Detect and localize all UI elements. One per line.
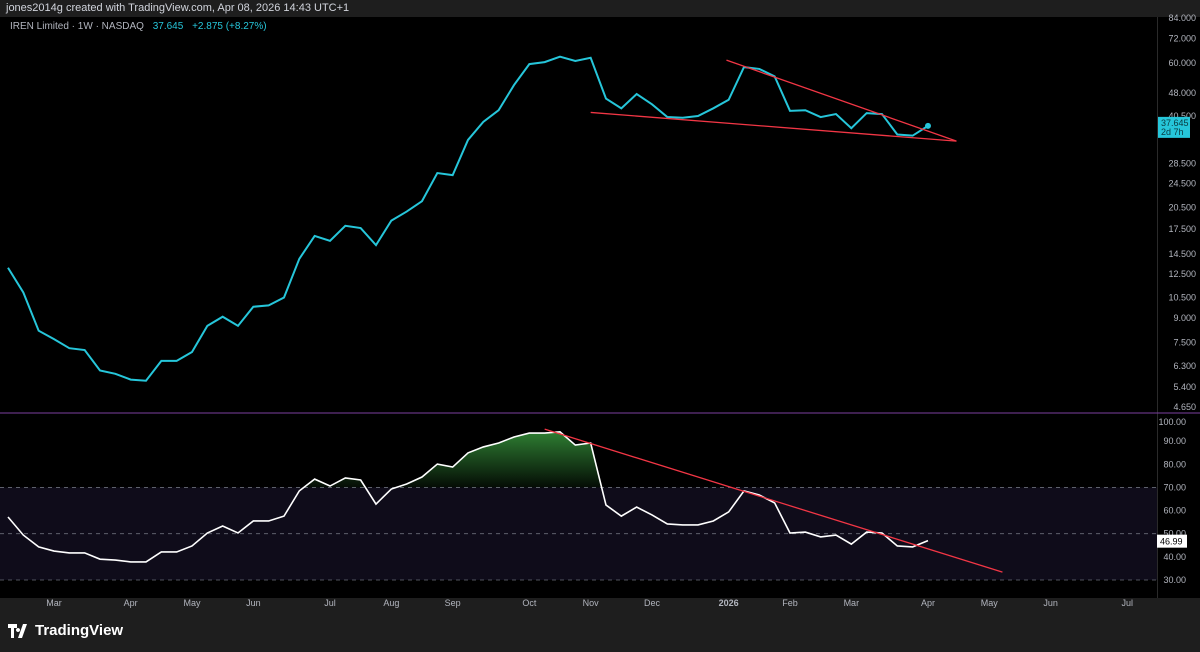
- time-axis-tick: Aug: [383, 598, 399, 608]
- rsi-axis-tick: 100.00: [1158, 417, 1186, 427]
- time-axis-tick: May: [183, 598, 201, 608]
- time-axis-tick: May: [981, 598, 999, 608]
- time-axis-tick: Oct: [522, 598, 537, 608]
- price-axis-tick: 4.650: [1173, 402, 1196, 412]
- price-axis-tick: 24.500: [1168, 179, 1196, 189]
- price-axis-tick: 9.000: [1173, 313, 1196, 323]
- price-axis-tick: 60.000: [1168, 58, 1196, 68]
- time-axis-tick: Sep: [445, 598, 461, 608]
- time-axis-tick: Mar: [46, 598, 62, 608]
- time-axis-tick: Jun: [1043, 598, 1058, 608]
- price-axis-tick: 20.500: [1168, 203, 1196, 213]
- time-axis-tick: Feb: [782, 598, 798, 608]
- time-axis-tick: 2026: [719, 598, 739, 608]
- time-axis-tick: Mar: [844, 598, 860, 608]
- price-series-line: [7, 55, 929, 382]
- price-axis-tick: 28.500: [1168, 158, 1196, 168]
- price-axis-tick: 6.300: [1173, 361, 1196, 371]
- rsi-axis-tick: 30.00: [1163, 575, 1186, 585]
- time-axis-tick: Apr: [921, 598, 935, 608]
- price-axis-tick: 17.500: [1168, 224, 1196, 234]
- rsi-axis-tick: 40.00: [1163, 552, 1186, 562]
- price-axis-tick: 10.500: [1168, 292, 1196, 302]
- rsi-axis-tick: 70.00: [1163, 482, 1186, 492]
- rsi-last-badge-value: 46.99: [1160, 537, 1183, 547]
- last-price: 37.645: [152, 21, 184, 32]
- price-change: +2.875 (+8.27%): [192, 21, 267, 32]
- time-axis-tick: Apr: [124, 598, 138, 608]
- symbol-title: IREN Limited · 1W · NASDAQ: [10, 21, 144, 32]
- price-axis-tick: 84.000: [1168, 13, 1196, 23]
- price-axis-tick: 72.000: [1168, 34, 1196, 44]
- price-axis-tick: 7.500: [1173, 338, 1196, 348]
- price-axis-tick: 48.000: [1168, 88, 1196, 98]
- bar-countdown: 2d 7h: [1161, 127, 1184, 137]
- price-trendline: [726, 59, 957, 142]
- price-axis-tick: 5.400: [1173, 382, 1196, 392]
- last-price-marker: [924, 122, 931, 129]
- price-axis-tick: 12.500: [1168, 269, 1196, 279]
- symbol-legend: IREN Limited · 1W · NASDAQ 37.645 +2.875…: [10, 21, 267, 32]
- rsi-axis-tick: 80.00: [1163, 459, 1186, 469]
- chart-svg: 84.00072.00060.00048.00040.50028.50024.5…: [0, 13, 1200, 608]
- price-axis-tick: 14.500: [1168, 249, 1196, 259]
- time-axis-tick: Jun: [246, 598, 261, 608]
- time-axis-tick: Dec: [644, 598, 661, 608]
- price-trendline: [590, 111, 957, 142]
- rsi-axis-tick: 60.00: [1163, 506, 1186, 516]
- time-axis-tick: Jul: [324, 598, 336, 608]
- time-axis-tick: Jul: [1122, 598, 1134, 608]
- rsi-axis-tick: 90.00: [1163, 436, 1186, 446]
- time-axis-tick: Nov: [583, 598, 600, 608]
